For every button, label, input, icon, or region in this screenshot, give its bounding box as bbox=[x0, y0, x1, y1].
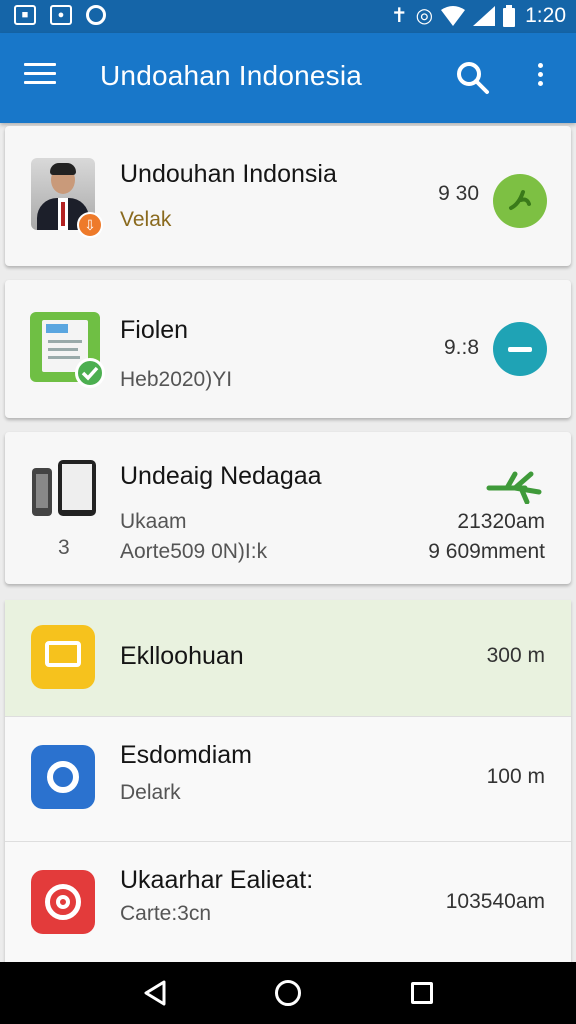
menu-icon[interactable] bbox=[24, 63, 56, 91]
download-badge-icon: ⇩ bbox=[77, 212, 103, 238]
back-icon[interactable] bbox=[140, 978, 170, 1008]
wifi-icon bbox=[441, 5, 466, 26]
list-item-value: 300 m bbox=[486, 644, 545, 667]
home-icon[interactable] bbox=[275, 980, 301, 1006]
card-title: Undeaig Nedagaa bbox=[120, 462, 322, 490]
list-item[interactable]: Ukaarhar Ealieat: Carte:3cn 103540am bbox=[5, 842, 571, 962]
chat-bubble-icon bbox=[31, 625, 95, 689]
card-fiolen[interactable]: Fiolen Heb2020)YI 9.:8 bbox=[5, 280, 571, 418]
alarm-icon: ◎ bbox=[415, 5, 434, 27]
plant-icon bbox=[486, 471, 542, 504]
circle-app-icon bbox=[86, 5, 106, 25]
list-item-title: Esdomdiam bbox=[120, 741, 252, 769]
card-title: Undouhan Indonsia bbox=[120, 160, 337, 188]
app-bar: Undoahan Indonesia bbox=[0, 33, 576, 123]
card-subtitle: Heb2020)YI bbox=[120, 368, 233, 391]
status-time: 1:20 bbox=[525, 3, 566, 27]
notification-box-icon: ■ bbox=[14, 5, 36, 25]
card-undouhan[interactable]: ⇩ Undouhan Indonsia Velak 9 30 bbox=[5, 126, 571, 266]
target-icon bbox=[31, 870, 95, 934]
side-number: 3 bbox=[58, 536, 70, 559]
status-bar: ■ ● ✝ ◎ 1:20 bbox=[0, 0, 576, 33]
list-item-subtitle: Carte:3cn bbox=[120, 902, 212, 925]
card-subtitle-secondary: Aorte509 0N)I:k bbox=[120, 540, 268, 563]
search-icon[interactable] bbox=[456, 61, 490, 95]
list-item-value: 103540am bbox=[445, 890, 545, 913]
list-item-title: Eklloohuan bbox=[120, 642, 244, 670]
more-vert-icon[interactable] bbox=[532, 63, 548, 95]
card-value-secondary: 9 609mment bbox=[428, 540, 545, 563]
image-icon: ● bbox=[50, 5, 72, 25]
minus-bubble-icon bbox=[493, 322, 547, 376]
card-title: Fiolen bbox=[120, 316, 189, 344]
list-item-value: 100 m bbox=[486, 765, 545, 788]
navigation-bar bbox=[0, 962, 576, 1024]
bluetooth-icon: ✝ bbox=[390, 5, 408, 27]
leaf-icon bbox=[493, 174, 547, 228]
camera-icon bbox=[31, 745, 95, 809]
card-value: 9 30 bbox=[438, 182, 479, 205]
card-subtitle: Ukaam bbox=[120, 510, 187, 533]
card-undeaig[interactable]: 3 Undeaig Nedagaa Ukaam Aorte509 0N)I:k … bbox=[5, 432, 571, 584]
list-item[interactable]: Esdomdiam Delark 100 m bbox=[5, 717, 571, 841]
check-badge-icon bbox=[75, 358, 105, 388]
app-title: Undoahan Indonesia bbox=[100, 60, 363, 91]
card-value: 21320am bbox=[457, 510, 545, 533]
card-value: 9.:8 bbox=[443, 336, 479, 359]
app-list: Eklloohuan 300 m Esdomdiam Delark 100 m … bbox=[5, 600, 571, 962]
list-item[interactable]: Eklloohuan 300 m bbox=[5, 600, 571, 716]
devices-icon bbox=[30, 458, 100, 520]
recent-apps-icon[interactable] bbox=[411, 982, 433, 1004]
list-item-title: Ukaarhar Ealieat: bbox=[120, 866, 314, 894]
card-subtitle: Velak bbox=[120, 208, 172, 231]
signal-icon bbox=[473, 5, 496, 26]
battery-icon bbox=[503, 4, 516, 27]
list-item-subtitle: Delark bbox=[120, 781, 181, 804]
